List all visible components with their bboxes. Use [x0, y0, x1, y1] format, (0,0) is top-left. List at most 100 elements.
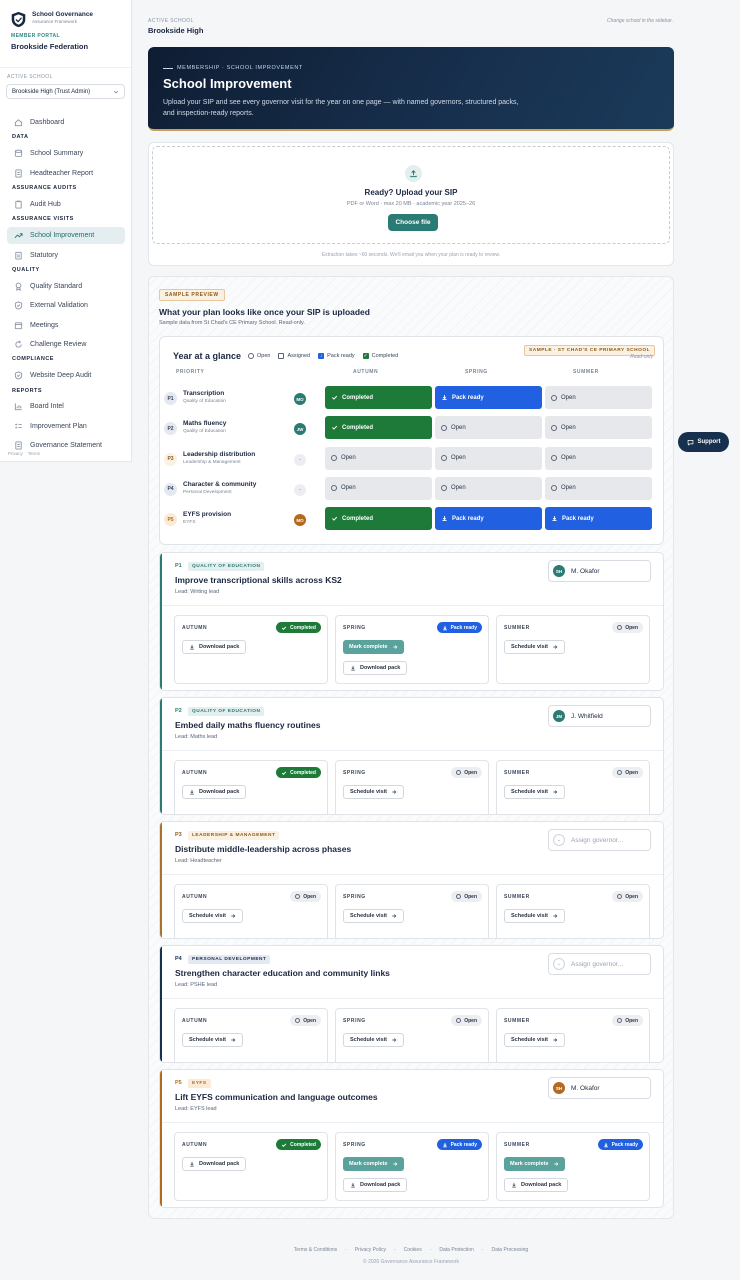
term-status-badge: Open [612, 767, 643, 778]
sidebar-item-challenge-review[interactable]: Challenge Review [7, 336, 125, 353]
glance-cell-summer[interactable]: Open [545, 476, 652, 500]
sidebar-item-audit-hub[interactable]: Audit Hub [7, 196, 125, 213]
schedule-visit-button[interactable]: Schedule visit [343, 785, 404, 799]
governor-select[interactable]: JM J. Whitfield [548, 705, 651, 727]
term-box-summer: SUMMER Open Schedule visit [496, 615, 650, 684]
schedule-visit-button[interactable]: Schedule visit [504, 1033, 565, 1047]
glance-cell-summer[interactable]: Open [545, 386, 652, 409]
schedule-visit-button[interactable]: Schedule visit [182, 909, 243, 923]
arrow-right-icon [553, 790, 558, 794]
refresh-icon [14, 340, 23, 349]
button-label: Download pack [360, 665, 401, 671]
status-label: Open [464, 893, 477, 900]
terms-link[interactable]: Terms [28, 451, 40, 456]
download-pack-button[interactable]: Download pack [182, 785, 247, 799]
download-pack-button[interactable]: Download pack [343, 661, 408, 675]
cell-status: Open [451, 424, 466, 431]
choose-file-button[interactable]: Choose file [388, 214, 438, 231]
sidebar-item-school-summary[interactable]: School Summary [7, 145, 125, 162]
download-pack-button[interactable]: Download pack [182, 640, 247, 654]
glance-row: P2 Maths fluency Quality of Education JW… [160, 415, 665, 445]
arrow-right-icon [392, 1038, 397, 1042]
schedule-visit-button[interactable]: Schedule visit [343, 909, 404, 923]
glance-cell-spring[interactable]: Open [435, 416, 542, 440]
card-divider [162, 998, 663, 999]
glance-cell-summer[interactable]: Pack ready [545, 507, 652, 531]
privacy-link[interactable]: Privacy [8, 451, 23, 456]
download-icon [442, 1142, 447, 1147]
sidebar-item-headteacher-report[interactable]: Headteacher Report [7, 165, 125, 182]
status-label: Completed [290, 624, 316, 631]
glance-cell-autumn[interactable]: Completed [325, 416, 432, 440]
glance-cell-autumn[interactable]: Completed [325, 507, 432, 531]
active-school-select[interactable]: Brookside High (Trust Admin) [6, 84, 125, 99]
glance-cell-spring[interactable]: Open [435, 446, 542, 470]
term-status-badge: Open [451, 767, 482, 778]
terms-conditions-link[interactable]: Terms & Conditions [294, 1247, 337, 1253]
check-icon [282, 1142, 287, 1147]
priority-category-tag: QUALITY OF EDUCATION [188, 707, 265, 716]
mark-complete-button[interactable]: Mark complete [343, 640, 404, 654]
sidebar-item-school-improvement[interactable]: School Improvement [7, 227, 125, 244]
check-icon [332, 426, 338, 431]
mark-complete-button[interactable]: Mark complete [504, 1157, 565, 1171]
schedule-visit-button[interactable]: Schedule visit [182, 1033, 243, 1047]
glance-cell-spring[interactable]: Pack ready [435, 507, 542, 531]
download-icon [603, 1142, 608, 1147]
governor-select[interactable]: SH M. Okafor [548, 560, 651, 582]
hero-eyebrow-text: MEMBERSHIP · SCHOOL IMPROVEMENT [177, 65, 303, 71]
governor-select[interactable]: SH M. Okafor [548, 1077, 651, 1099]
nav-section-assurance-visits: ASSURANCE VISITS [12, 216, 74, 222]
sidebar-item-quality-standard[interactable]: Quality Standard [7, 278, 125, 295]
status-label: Open [625, 769, 638, 776]
upload-dropzone[interactable]: Ready? Upload your SIP PDF or Word · max… [152, 146, 670, 244]
term-status-badge: Open [612, 891, 643, 902]
schedule-visit-button[interactable]: Schedule visit [504, 785, 565, 799]
term-label: AUTUMN [182, 770, 208, 776]
assign-governor-select[interactable]: – Assign governor... [548, 953, 651, 975]
glance-cell-summer[interactable]: Open [545, 416, 652, 440]
col-header-summer: SUMMER [573, 369, 599, 375]
support-button[interactable]: Support [678, 432, 729, 452]
glance-cell-spring[interactable]: Pack ready [435, 386, 542, 409]
glance-cell-autumn[interactable]: Open [325, 446, 432, 470]
schedule-visit-button[interactable]: Schedule visit [343, 1033, 404, 1047]
term-status-badge: Completed [276, 622, 321, 633]
check-icon [332, 395, 338, 400]
support-label: Support [697, 439, 721, 445]
mark-complete-button[interactable]: Mark complete [343, 1157, 404, 1171]
glance-cell-summer[interactable]: Open [545, 446, 652, 470]
sidebar-item-website-deep-audit[interactable]: Website Deep Audit [7, 367, 125, 384]
download-pack-button[interactable]: Download pack [343, 1178, 408, 1192]
download-pack-button[interactable]: Download pack [182, 1157, 247, 1171]
term-box-summer: SUMMER Open Schedule visit [496, 1008, 650, 1062]
sidebar-item-improvement-plan[interactable]: Improvement Plan [7, 418, 125, 435]
sidebar-item-label: School Improvement [30, 232, 95, 239]
sidebar-item-label: Website Deep Audit [30, 372, 92, 379]
priority-category: Quality of Education [183, 429, 226, 435]
cell-status: Open [561, 394, 576, 401]
sidebar-item-statutory[interactable]: Statutory [7, 247, 125, 264]
assign-governor-select[interactable]: – Assign governor... [548, 829, 651, 851]
sidebar-item-meetings[interactable]: Meetings [7, 317, 125, 334]
priority-card-p1: P1 QUALITY OF EDUCATION Improve transcri… [159, 552, 664, 691]
glance-cell-autumn[interactable]: Completed [325, 386, 432, 409]
sidebar-item-board-intel[interactable]: Board Intel [7, 398, 125, 415]
hero-eyebrow: MEMBERSHIP · SCHOOL IMPROVEMENT [163, 65, 659, 71]
term-box-spring: SPRING Open Schedule visit [335, 884, 489, 938]
download-pack-button[interactable]: Download pack [504, 1178, 569, 1192]
schedule-visit-button[interactable]: Schedule visit [504, 909, 565, 923]
glance-cell-autumn[interactable]: Open [325, 476, 432, 500]
upload-title: Ready? Upload your SIP [364, 188, 458, 197]
data-processing-link[interactable]: Data Processing [492, 1247, 529, 1253]
data-protection-link[interactable]: Data Protection [439, 1247, 473, 1253]
schedule-visit-button[interactable]: Schedule visit [504, 640, 565, 654]
cookies-link[interactable]: Cookies [404, 1247, 422, 1253]
sidebar-item-dashboard[interactable]: Dashboard [7, 114, 125, 131]
sample-preview-card: SAMPLE PREVIEW What your plan looks like… [148, 276, 674, 1219]
glance-cell-spring[interactable]: Open [435, 476, 542, 500]
active-school-label: ACTIVE SCHOOL [7, 74, 53, 80]
brand-title: School Governance [32, 11, 94, 18]
privacy-policy-link[interactable]: Privacy Policy [355, 1247, 386, 1253]
sidebar-item-external-validation[interactable]: External Validation [7, 297, 125, 314]
